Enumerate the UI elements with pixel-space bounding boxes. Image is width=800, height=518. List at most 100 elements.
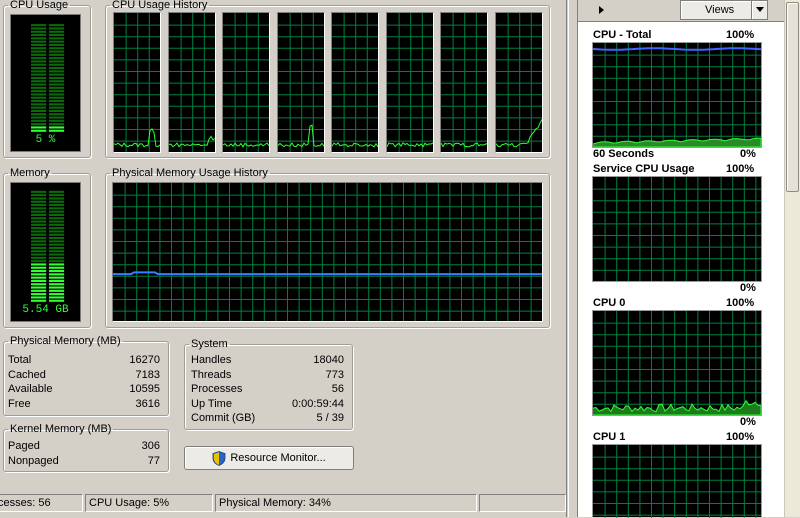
meter-segment xyxy=(48,200,65,203)
meter-segment xyxy=(31,246,47,249)
meter-segment-lit xyxy=(31,270,47,273)
views-dropdown-button[interactable] xyxy=(751,0,768,20)
stat-label: Processes xyxy=(191,383,243,395)
stat-value: 3616 xyxy=(135,398,160,410)
meter-segment xyxy=(48,227,65,230)
meter-segment-lit xyxy=(48,279,65,282)
meter-segment xyxy=(48,109,65,112)
meter-segment xyxy=(31,197,47,200)
meter-segment xyxy=(31,194,47,197)
stat-label: Commit (GB) xyxy=(191,412,256,424)
meter-segment-lit xyxy=(31,299,47,302)
meter-segment xyxy=(48,210,65,213)
meter-segment-lit xyxy=(48,296,65,299)
meter-segment-lit xyxy=(31,283,47,286)
stat-value: 16270 xyxy=(129,354,160,366)
meter-segment xyxy=(31,106,47,109)
meter-segment xyxy=(48,240,65,243)
cpu-core-chart xyxy=(167,12,216,153)
meter-segment xyxy=(48,204,65,207)
meter-segment xyxy=(31,109,47,112)
meter-segment xyxy=(31,80,47,83)
meter-segment xyxy=(48,246,65,249)
meter-segment xyxy=(31,37,47,40)
meter-segment xyxy=(48,24,65,27)
stat-row-uptime: Up Time 0:00:59:44 xyxy=(191,397,344,411)
meter-segment xyxy=(48,237,65,240)
uac-shield-icon xyxy=(212,450,226,466)
meter-segment xyxy=(48,70,65,73)
stat-label: Handles xyxy=(191,354,232,366)
meter-segment-lit xyxy=(31,293,47,296)
cpu0-title: CPU 0 xyxy=(593,297,626,309)
meter-segment xyxy=(31,47,47,50)
meter-segment xyxy=(31,213,47,216)
stat-label: Free xyxy=(8,398,31,410)
cpu-trace xyxy=(223,142,269,148)
meter-segment xyxy=(31,217,47,220)
meter-segment xyxy=(48,100,65,103)
cpu-trace xyxy=(114,128,160,148)
meter-segment xyxy=(48,220,65,223)
meter-segment xyxy=(48,53,65,56)
meter-segment xyxy=(48,213,65,216)
meter-segment-lit xyxy=(48,270,65,273)
scrollbar[interactable] xyxy=(784,0,800,517)
meter-segment xyxy=(48,230,65,233)
meter-segment xyxy=(48,43,65,46)
meter-segment xyxy=(31,233,47,236)
grid xyxy=(495,13,542,152)
meter-segment xyxy=(48,76,65,79)
cpu-usage-meter: 5 % xyxy=(10,14,81,152)
cpu-trace xyxy=(277,124,324,148)
cpu-trace xyxy=(495,119,542,148)
meter-segment xyxy=(31,43,47,46)
meter-segment xyxy=(48,223,65,226)
service-cpu-min: 0% xyxy=(740,282,756,294)
meter-segment xyxy=(31,40,47,43)
meter-segment xyxy=(31,207,47,210)
stat-value: 7183 xyxy=(135,369,160,381)
cpu-total-max: 100% xyxy=(726,29,755,41)
total-cpu-trace xyxy=(593,137,761,147)
cpu-total-title: CPU - Total xyxy=(593,29,652,41)
meter-segment-lit xyxy=(48,276,65,279)
meter-segment xyxy=(31,250,47,253)
scrollbar-thumb[interactable] xyxy=(786,2,799,192)
meter-segment xyxy=(31,96,47,99)
grid xyxy=(593,311,761,415)
cpu1-chart xyxy=(592,444,762,518)
stat-row-available: Available 10595 xyxy=(8,382,160,396)
stat-label: Total xyxy=(8,354,32,366)
pane-divider xyxy=(566,0,569,517)
resource-monitor-button[interactable]: Resource Monitor... xyxy=(184,446,354,470)
meter-segment xyxy=(48,233,65,236)
total-max-trace xyxy=(593,47,761,51)
cpu-usage-value: 5 % xyxy=(35,134,56,146)
grid xyxy=(386,13,433,152)
meter-segment xyxy=(31,116,47,119)
status-processes: cesses: 56 xyxy=(0,494,83,512)
cpu-core-plot xyxy=(168,13,215,152)
cpu-core-chart xyxy=(331,12,379,153)
meter-segment xyxy=(31,210,47,213)
service-cpu-chart xyxy=(592,176,762,282)
stat-value: 10595 xyxy=(129,383,160,395)
stat-row-cached: Cached 7183 xyxy=(8,368,160,382)
cpu-core-plot xyxy=(223,13,269,152)
grid xyxy=(593,177,761,281)
meter-segment xyxy=(48,27,65,30)
meter-segment-lit xyxy=(48,129,65,132)
stat-label: Nonpaged xyxy=(8,455,59,467)
expand-arrow-icon[interactable] xyxy=(597,3,607,17)
stat-value: 773 xyxy=(325,369,344,381)
meter-segment xyxy=(31,256,47,259)
stat-row-threads: Threads 773 xyxy=(191,368,344,382)
meter-segment xyxy=(48,96,65,99)
grid xyxy=(441,13,487,152)
cpu-total-chart xyxy=(592,42,762,148)
meter-segment xyxy=(48,207,65,210)
grid xyxy=(593,445,761,518)
service-cpu-max: 100% xyxy=(726,163,755,175)
meter-segment-lit xyxy=(31,266,47,269)
